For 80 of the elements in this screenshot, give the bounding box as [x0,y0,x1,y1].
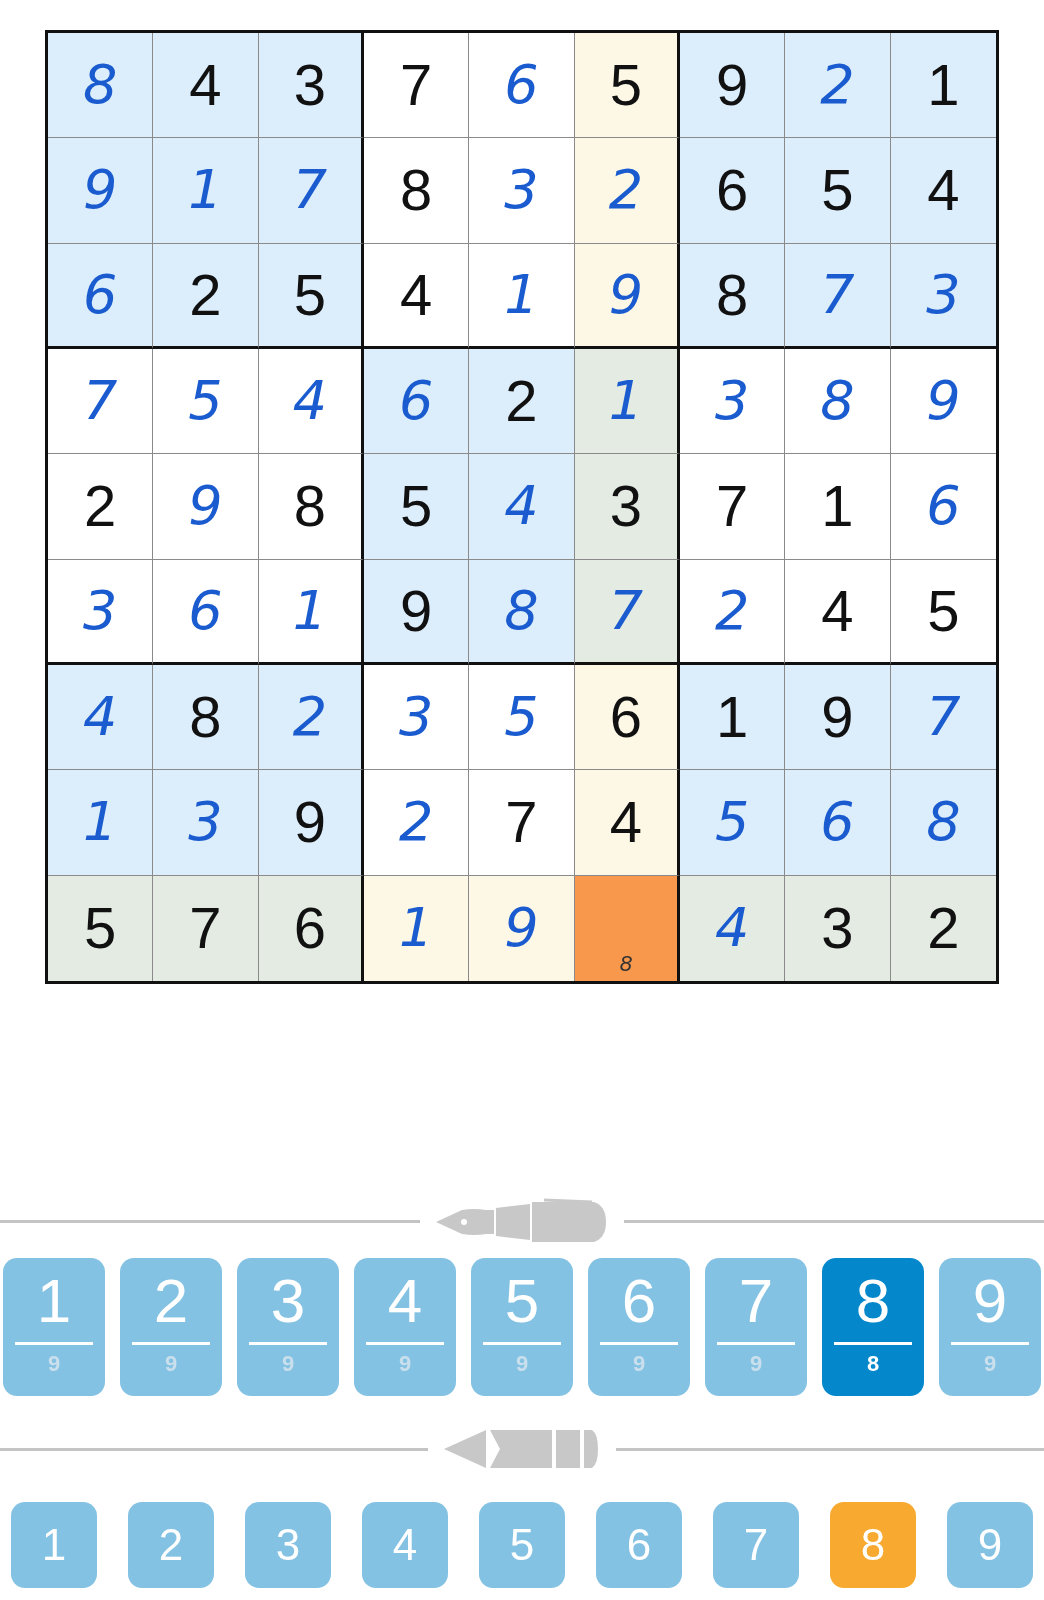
sudoku-cell[interactable]: 8 [258,454,364,560]
sudoku-cell[interactable]: 3 [153,770,259,876]
sudoku-cell[interactable]: 1 [48,770,154,876]
sudoku-cell[interactable]: 4 [680,875,786,981]
sudoku-cell[interactable]: 5 [680,770,786,876]
sudoku-cell[interactable]: 3 [48,559,154,665]
sudoku-cell[interactable]: 3 [574,454,680,560]
sudoku-cell[interactable]: 2 [890,875,996,981]
sudoku-cell[interactable]: 2 [469,349,575,455]
sudoku-cell[interactable]: 8 [890,770,996,876]
sudoku-cell[interactable]: 9 [153,454,259,560]
sudoku-cell[interactable]: 7 [680,454,786,560]
sudoku-cell[interactable]: 1 [890,33,996,139]
sudoku-cell[interactable]: 5 [48,875,154,981]
sudoku-cell[interactable]: 3 [364,665,470,771]
sudoku-cell[interactable]: 7 [48,349,154,455]
sudoku-cell[interactable]: 9 [48,138,154,244]
sudoku-cell[interactable]: 8 [364,138,470,244]
sudoku-cell[interactable]: 5 [153,349,259,455]
sudoku-cell[interactable]: 3 [890,243,996,349]
sudoku-cell[interactable]: 7 [890,665,996,771]
sudoku-cell[interactable]: 1 [680,665,786,771]
sudoku-cell[interactable]: 7 [469,770,575,876]
sudoku-cell[interactable]: 6 [469,33,575,139]
sudoku-cell[interactable]: 6 [680,138,786,244]
sudoku-cell[interactable]: 9 [574,243,680,349]
sudoku-cell[interactable]: 9 [469,875,575,981]
sudoku-cell[interactable]: 5 [469,665,575,771]
sudoku-cell[interactable]: 4 [469,454,575,560]
sudoku-cell[interactable]: 2 [153,243,259,349]
sudoku-cell[interactable]: 1 [153,138,259,244]
sudoku-cell[interactable]: 9 [680,33,786,139]
sudoku-cell[interactable]: 2 [258,665,364,771]
sudoku-cell[interactable]: 2 [48,454,154,560]
sudoku-cell[interactable]: 4 [48,665,154,771]
sudoku-cell[interactable]: 4 [153,33,259,139]
sudoku-cell[interactable]: 7 [258,138,364,244]
sudoku-cell[interactable]: 6 [785,770,891,876]
sudoku-cell[interactable]: 8 [785,349,891,455]
sudoku-cell[interactable]: 1 [785,454,891,560]
sudoku-cell[interactable]: 1 [574,349,680,455]
sudoku-cell[interactable]: 2 [680,559,786,665]
pencil-note: 8 [618,951,633,977]
sudoku-cell[interactable]: 6 [153,559,259,665]
sudoku-cell[interactable]: 8 [680,243,786,349]
sudoku-cell[interactable]: 8 [48,33,154,139]
sudoku-cell[interactable]: 1 [364,875,470,981]
sudoku-cell[interactable]: 8 [574,875,680,981]
sudoku-cell[interactable]: 5 [364,454,470,560]
sudoku-cell[interactable]: 8 [153,665,259,771]
digit-key[interactable]: 8 8 [822,1258,924,1396]
sudoku-cell[interactable]: 3 [785,875,891,981]
sudoku-cell[interactable]: 2 [574,138,680,244]
sudoku-cell[interactable]: 5 [785,138,891,244]
sudoku-cell[interactable]: 6 [574,665,680,771]
sudoku-cell[interactable]: 8 [469,559,575,665]
sudoku-cell[interactable]: 5 [258,243,364,349]
sudoku-cell[interactable]: 9 [785,665,891,771]
sudoku-cell[interactable]: 1 [469,243,575,349]
sudoku-cell[interactable]: 7 [364,33,470,139]
sudoku-cell[interactable]: 4 [258,349,364,455]
sudoku-cell[interactable]: 6 [364,349,470,455]
sudoku-cell[interactable]: 2 [785,33,891,139]
sudoku-cell[interactable]: 9 [364,559,470,665]
sudoku-cell[interactable]: 4 [785,559,891,665]
sudoku-cell[interactable]: 9 [258,770,364,876]
sudoku-cell[interactable]: 6 [48,243,154,349]
sudoku-cell[interactable]: 3 [680,349,786,455]
sudoku-cell[interactable]: 3 [469,138,575,244]
sudoku-cell[interactable]: 2 [364,770,470,876]
sudoku-cell[interactable]: 4 [890,138,996,244]
sudoku-cell[interactable]: 6 [258,875,364,981]
sudoku-cell[interactable]: 7 [785,243,891,349]
sudoku-cell[interactable]: 5 [574,33,680,139]
sudoku-cell[interactable]: 7 [153,875,259,981]
sudoku-cell[interactable]: 3 [258,33,364,139]
sudoku-cell[interactable]: 4 [364,243,470,349]
sudoku-cell[interactable]: 1 [258,559,364,665]
sudoku-cell[interactable]: 7 [574,559,680,665]
sudoku-cell[interactable]: 4 [574,770,680,876]
